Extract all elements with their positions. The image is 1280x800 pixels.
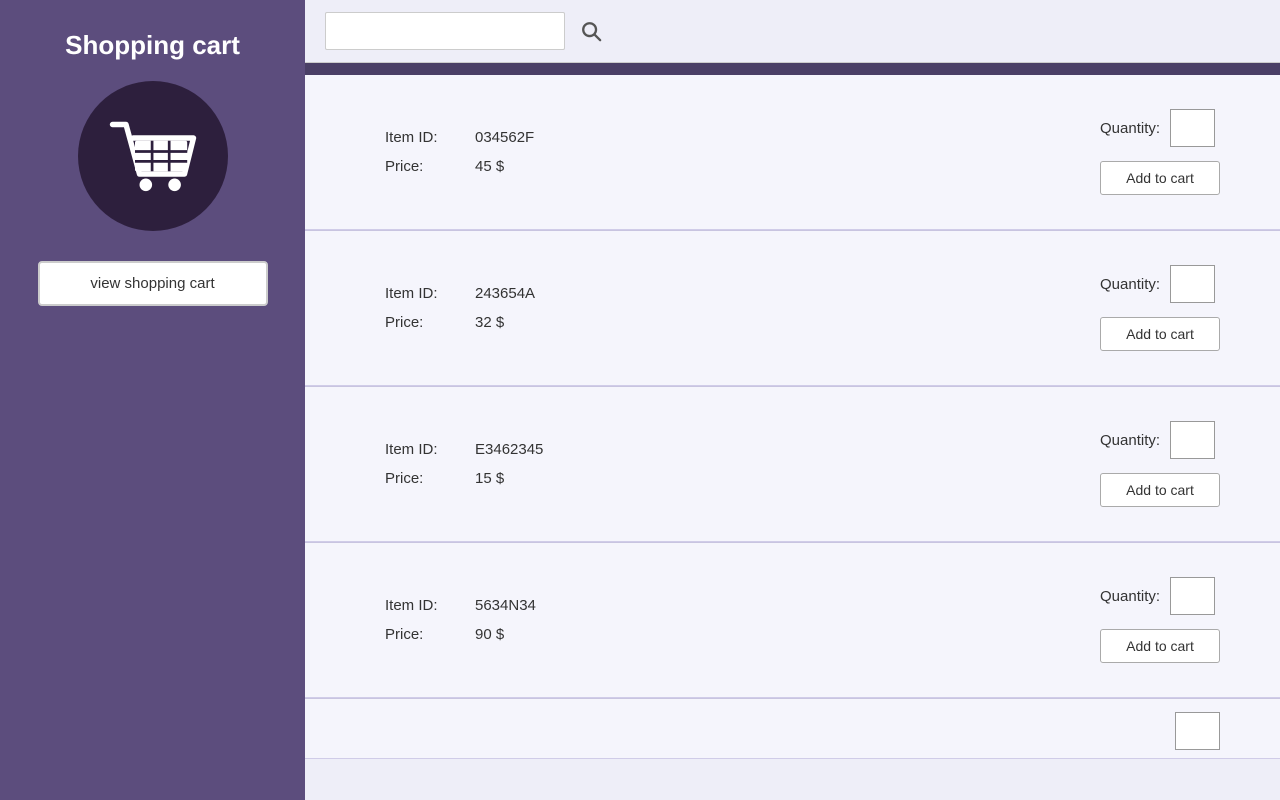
- search-area: [305, 0, 1280, 63]
- price-label: Price:: [385, 158, 465, 175]
- quantity-input[interactable]: [1170, 421, 1215, 459]
- item-id-value: 034562F: [475, 129, 534, 146]
- price-label: Price:: [385, 470, 465, 487]
- sidebar: Shopping cart view shopping cart: [0, 0, 305, 800]
- item-actions: Quantity: Add to cart: [1100, 577, 1220, 663]
- items-container: Item ID: 034562F Price: 45 $ Quantity: A…: [305, 63, 1280, 800]
- sidebar-title: Shopping cart: [0, 20, 305, 81]
- header-bar: [305, 63, 1280, 75]
- price-row: Price: 32 $: [385, 314, 535, 331]
- price-value: 45 $: [475, 158, 504, 175]
- search-button[interactable]: [573, 13, 609, 49]
- quantity-label: Quantity:: [1100, 588, 1160, 605]
- price-row: Price: 45 $: [385, 158, 534, 175]
- quantity-row: Quantity:: [1100, 421, 1215, 459]
- item-actions: Quantity: Add to cart: [1100, 109, 1220, 195]
- price-value: 15 $: [475, 470, 504, 487]
- item-id-label: Item ID:: [385, 441, 465, 458]
- item-card-partial: [305, 699, 1280, 759]
- item-id-label: Item ID:: [385, 597, 465, 614]
- item-details: Item ID: 5634N34 Price: 90 $: [385, 597, 536, 643]
- quantity-row: Quantity:: [1100, 577, 1215, 615]
- price-row: Price: 90 $: [385, 626, 536, 643]
- item-details: Item ID: 034562F Price: 45 $: [385, 129, 534, 175]
- quantity-input[interactable]: [1170, 577, 1215, 615]
- view-cart-button[interactable]: view shopping cart: [38, 261, 268, 306]
- add-to-cart-button[interactable]: Add to cart: [1100, 629, 1220, 663]
- item-actions: Quantity: Add to cart: [1100, 265, 1220, 351]
- price-label: Price:: [385, 314, 465, 331]
- main-content: Item ID: 034562F Price: 45 $ Quantity: A…: [305, 0, 1280, 800]
- quantity-input[interactable]: [1170, 109, 1215, 147]
- add-to-cart-button[interactable]: Add to cart: [1100, 473, 1220, 507]
- item-details: Item ID: E3462345 Price: 15 $: [385, 441, 543, 487]
- item-id-row: Item ID: E3462345: [385, 441, 543, 458]
- search-input[interactable]: [325, 12, 565, 50]
- price-row: Price: 15 $: [385, 470, 543, 487]
- add-to-cart-button[interactable]: Add to cart: [1100, 317, 1220, 351]
- item-details: Item ID: 243654A Price: 32 $: [385, 285, 535, 331]
- quantity-label: Quantity:: [1100, 432, 1160, 449]
- quantity-row: Quantity:: [1100, 265, 1215, 303]
- quantity-label: Quantity:: [1100, 276, 1160, 293]
- item-id-row: Item ID: 5634N34: [385, 597, 536, 614]
- item-card: Item ID: 243654A Price: 32 $ Quantity: A…: [305, 231, 1280, 386]
- item-card: Item ID: E3462345 Price: 15 $ Quantity: …: [305, 387, 1280, 542]
- search-icon: [580, 20, 602, 42]
- add-to-cart-button[interactable]: Add to cart: [1100, 161, 1220, 195]
- item-id-value: E3462345: [475, 441, 543, 458]
- item-id-value: 243654A: [475, 285, 535, 302]
- quantity-label: Quantity:: [1100, 120, 1160, 137]
- item-id-label: Item ID:: [385, 285, 465, 302]
- item-id-row: Item ID: 243654A: [385, 285, 535, 302]
- quantity-input[interactable]: [1175, 712, 1220, 750]
- cart-icon-container: [78, 81, 228, 231]
- quantity-row: [1175, 712, 1220, 750]
- item-id-value: 5634N34: [475, 597, 536, 614]
- quantity-input[interactable]: [1170, 265, 1215, 303]
- item-id-label: Item ID:: [385, 129, 465, 146]
- shopping-cart-icon: [108, 111, 198, 201]
- item-card: Item ID: 034562F Price: 45 $ Quantity: A…: [305, 75, 1280, 230]
- item-id-row: Item ID: 034562F: [385, 129, 534, 146]
- item-card: Item ID: 5634N34 Price: 90 $ Quantity: A…: [305, 543, 1280, 698]
- quantity-row: Quantity:: [1100, 109, 1215, 147]
- item-actions: Quantity: Add to cart: [1100, 421, 1220, 507]
- price-label: Price:: [385, 626, 465, 643]
- item-actions: [1175, 712, 1220, 750]
- price-value: 90 $: [475, 626, 504, 643]
- price-value: 32 $: [475, 314, 504, 331]
